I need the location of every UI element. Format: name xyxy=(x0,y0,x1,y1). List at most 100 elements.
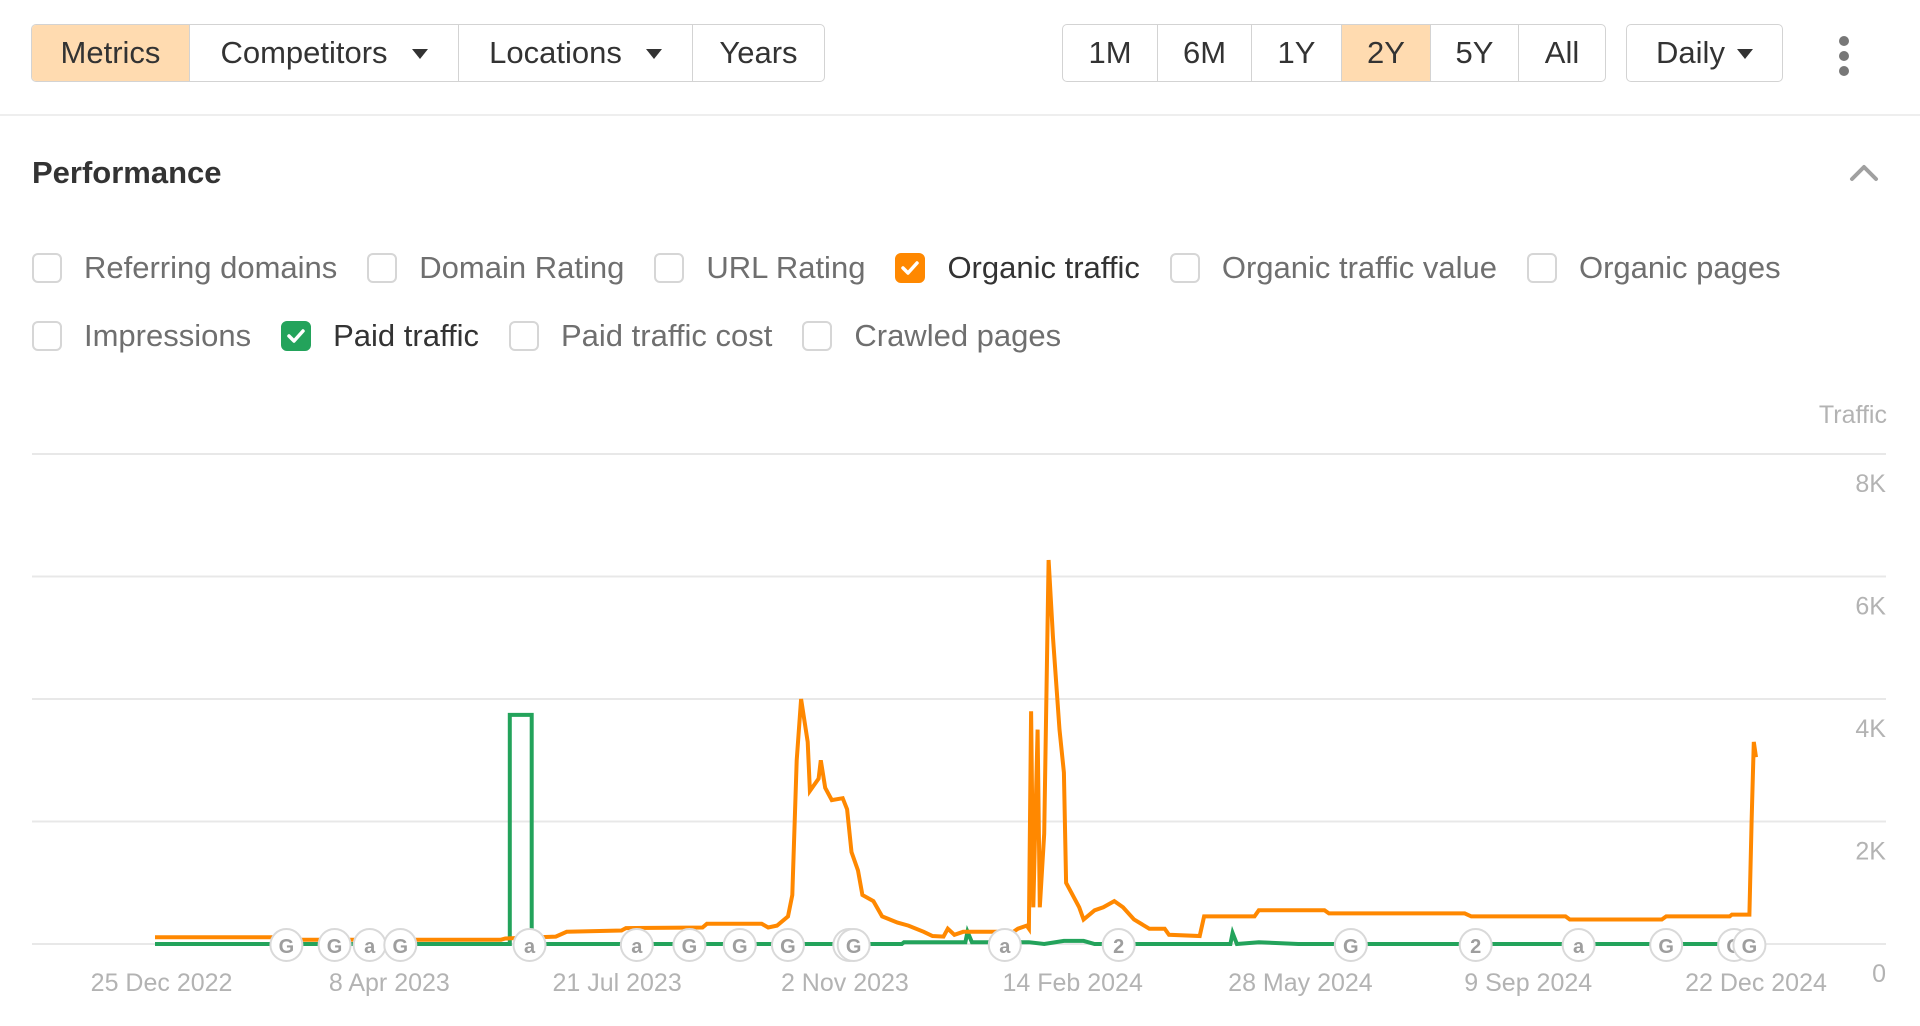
annotation-marker-amazon[interactable]: a xyxy=(352,928,387,962)
metric-impressions[interactable]: Impressions xyxy=(32,318,251,354)
marker-icon-label: 2 xyxy=(1470,936,1481,958)
checkbox[interactable] xyxy=(32,253,62,283)
annotation-marker-google-update[interactable]: G xyxy=(1333,928,1368,962)
annotation-marker-amazon[interactable]: a xyxy=(987,928,1022,962)
more-options-button[interactable] xyxy=(1832,36,1856,76)
competitors-dropdown-label: Competitors xyxy=(220,35,388,70)
annotation-marker-numbered[interactable]: 2 xyxy=(1458,928,1493,962)
annotation-marker-google-update[interactable]: G xyxy=(722,928,757,962)
metric-label: Organic traffic value xyxy=(1221,250,1497,285)
range-5y-button[interactable]: 5Y xyxy=(1431,25,1519,81)
metric-label: Domain Rating xyxy=(419,250,625,285)
range-1m-button[interactable]: 1M xyxy=(1063,25,1158,81)
metric-referring-domains[interactable]: Referring domains xyxy=(32,250,337,286)
metric-label: Paid traffic xyxy=(333,318,479,353)
y-tick-label: 0 xyxy=(1872,960,1886,988)
range-2y-button[interactable]: 2Y xyxy=(1342,25,1431,81)
metric-label: URL Rating xyxy=(706,250,866,285)
checkbox[interactable] xyxy=(1169,253,1200,283)
locations-dropdown[interactable]: Locations xyxy=(459,25,693,81)
annotation-marker-google-update[interactable]: G xyxy=(1649,928,1684,962)
checkmark-icon xyxy=(287,329,305,343)
metric-crawled-pages[interactable]: Crawled pages xyxy=(802,318,1061,354)
metric-url-rating[interactable]: URL Rating xyxy=(654,250,865,286)
marker-circle xyxy=(672,928,707,962)
range-label: 5Y xyxy=(1455,35,1494,70)
marker-circle xyxy=(1333,928,1368,962)
annotation-marker-amazon[interactable]: a xyxy=(619,928,654,962)
traffic-chart: Traffic 8K6K4K2K0 25 Dec 2022 8 Apr 2023 2… xyxy=(32,401,1887,997)
metric-paid-traffic-cost[interactable]: Paid traffic cost xyxy=(509,318,772,354)
range-all-button[interactable]: All xyxy=(1519,25,1605,81)
marker-circle xyxy=(1458,928,1493,962)
annotation-marker-google-update[interactable]: G xyxy=(672,928,707,962)
annotation-marker-numbered[interactable]: 2 xyxy=(1101,928,1136,962)
marker-circle xyxy=(722,928,757,962)
caret-down-icon xyxy=(411,49,428,59)
annotation-marker-amazon[interactable]: a xyxy=(512,928,547,962)
metric-domain-rating[interactable]: Domain Rating xyxy=(367,250,624,286)
marker-icon-label: a xyxy=(524,936,536,958)
toolbar-divider xyxy=(0,114,1920,116)
annotation-marker-amazon[interactable]: a xyxy=(1561,928,1596,962)
checkbox[interactable] xyxy=(654,253,685,283)
metric-organic-pages[interactable]: Organic pages xyxy=(1526,250,1781,286)
metric-label: Crawled pages xyxy=(854,318,1062,353)
annotation-marker-google-update[interactable]: G xyxy=(836,928,871,962)
chevron-up-icon[interactable] xyxy=(1849,162,1879,182)
checkbox[interactable] xyxy=(32,321,62,351)
marker-circle xyxy=(987,928,1022,962)
annotation-marker-google-update[interactable]: G xyxy=(317,928,352,962)
checkbox[interactable] xyxy=(802,321,833,351)
metrics-button[interactable]: Metrics xyxy=(32,25,190,81)
marker-icon-label: G xyxy=(1742,936,1758,958)
marker-icon-label: a xyxy=(631,936,643,958)
checkbox[interactable] xyxy=(367,253,398,283)
x-axis-ticks: 25 Dec 2022 8 Apr 2023 21 Jul 2023 2 Nov 20… xyxy=(91,969,1827,997)
marker-circle xyxy=(1561,928,1596,962)
marker-circle xyxy=(832,928,867,962)
series-lines xyxy=(155,559,1758,947)
range-1y-button[interactable]: 1Y xyxy=(1252,25,1342,81)
x-tick-label: 14 Feb 2024 xyxy=(1002,969,1142,997)
metric-label: Paid traffic cost xyxy=(561,318,773,353)
checkbox[interactable] xyxy=(509,321,539,351)
x-tick-label: 9 Sep 2024 xyxy=(1464,969,1592,997)
checkbox-checked[interactable] xyxy=(281,321,312,351)
annotation-marker-google-update[interactable]: G xyxy=(269,928,304,962)
caret-down-icon xyxy=(1736,49,1753,59)
annotation-marker-google-update[interactable]: G xyxy=(1717,928,1752,962)
marker-circle xyxy=(1717,928,1752,962)
marker-icon-label: G xyxy=(279,936,295,958)
metric-label: Organic pages xyxy=(1578,250,1781,285)
marker-icon-label: a xyxy=(364,936,376,958)
annotation-marker-google-update[interactable]: G xyxy=(1732,928,1767,962)
metric-checkbox-row-2: Impressions Paid traffic Paid traffic co… xyxy=(32,318,1091,354)
annotation-marker-google-update[interactable]: G xyxy=(832,928,867,962)
checkbox[interactable] xyxy=(1526,253,1557,283)
marker-circle xyxy=(317,928,352,962)
checkbox-checked[interactable] xyxy=(895,253,926,283)
annotation-marker-google-update[interactable]: G xyxy=(770,928,805,962)
interval-dropdown[interactable]: Daily xyxy=(1626,24,1783,82)
years-button-label: Years xyxy=(719,35,798,70)
years-button[interactable]: Years xyxy=(693,25,824,81)
y-axis-ticks: 8K 6K 4K 2K 0 xyxy=(1855,470,1886,988)
vertical-ellipsis-dot xyxy=(1839,51,1849,61)
y-tick-label: 8K xyxy=(1855,470,1886,498)
series-line-paid-traffic xyxy=(155,712,1756,947)
marker-icon-label: G xyxy=(1726,936,1742,958)
range-label: All xyxy=(1544,35,1580,70)
marker-icon-label: G xyxy=(1343,936,1359,958)
range-6m-button[interactable]: 6M xyxy=(1158,25,1252,81)
x-tick-label: 22 Dec 2024 xyxy=(1685,969,1827,997)
metric-organic-traffic[interactable]: Organic traffic xyxy=(895,250,1140,286)
annotation-marker-google-update[interactable]: G xyxy=(383,928,418,962)
view-mode-button-group: Metrics Competitors Locations Years xyxy=(31,24,825,82)
x-tick-label: 21 Jul 2023 xyxy=(552,969,681,997)
x-tick-label: 25 Dec 2022 xyxy=(91,969,233,997)
y-tick-label: 4K xyxy=(1855,715,1886,743)
metric-organic-traffic-value[interactable]: Organic traffic value xyxy=(1169,250,1497,286)
metric-paid-traffic[interactable]: Paid traffic xyxy=(281,318,479,354)
competitors-dropdown[interactable]: Competitors xyxy=(190,25,459,81)
